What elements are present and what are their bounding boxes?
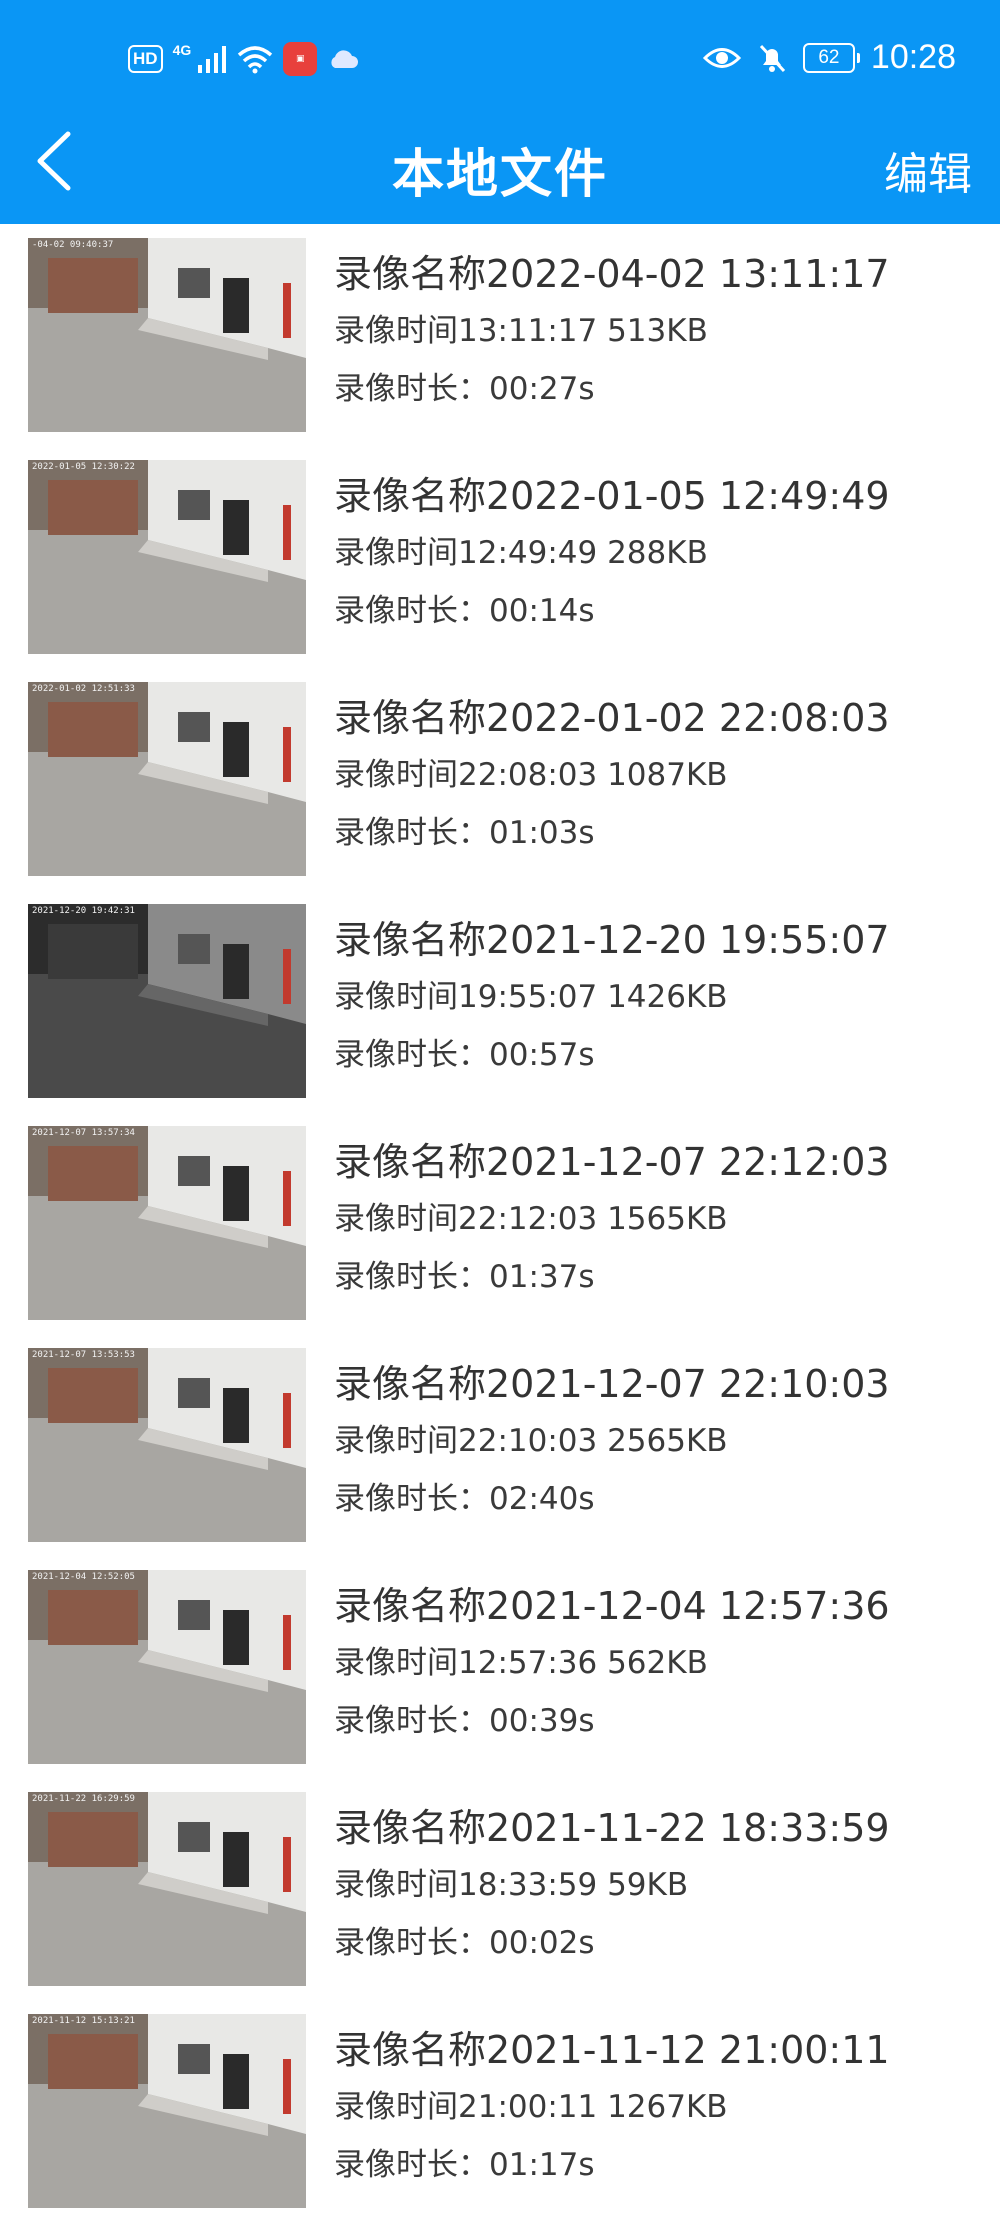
thumbnail-timestamp: 2021-12-07 13:53:53 [32, 1350, 135, 1360]
recording-duration: 录像时长：00:57s [334, 1037, 595, 1073]
recording-info: 录像名称2021-12-07 22:12:03 录像时间22:12:03 1565… [334, 1134, 890, 1306]
recording-duration: 录像时长：00:14s [334, 593, 595, 629]
cloud-icon [331, 50, 359, 68]
recording-info: 录像名称2021-11-22 18:33:59 录像时间18:33:59 59KB… [334, 1800, 890, 1972]
recording-info: 录像名称2021-11-12 21:00:11 录像时间21:00:11 1267… [334, 2022, 890, 2194]
recording-info: 录像名称2021-12-20 19:55:07 录像时间19:55:07 1426… [334, 912, 890, 1084]
recording-time-size: 录像时间13:11:17 513KB [334, 313, 708, 349]
video-thumbnail[interactable]: 2021-12-04 12:52:05 [28, 1570, 306, 1764]
recording-name: 录像名称2021-11-22 18:33:59 [334, 1806, 890, 1850]
recording-item[interactable]: 2021-11-12 15:13:21 录像名称2021-11-12 21:00:… [0, 2000, 1000, 2222]
recording-time-size: 录像时间18:33:59 59KB [334, 1867, 689, 1903]
recording-duration: 录像时长：00:02s [334, 1925, 595, 1961]
battery-indicator: 62 [802, 42, 860, 73]
thumbnail-timestamp: 2021-11-22 16:29:59 [32, 1794, 135, 1804]
recording-name: 录像名称2021-12-07 22:10:03 [334, 1362, 890, 1406]
hd-badge: HD [128, 45, 163, 73]
app-notification-icon: ▣ [283, 42, 318, 76]
recording-name: 录像名称2021-12-20 19:55:07 [334, 918, 890, 962]
recording-item[interactable]: 2021-11-22 16:29:59 录像名称2021-11-22 18:33:… [0, 1778, 1000, 2000]
recording-list: -04-02 09:40:37 录像名称2022-04-02 13:11:17 录像… [0, 224, 1000, 2222]
video-thumbnail[interactable]: 2021-11-22 16:29:59 [28, 1792, 306, 1986]
eye-icon [702, 47, 741, 68]
video-thumbnail[interactable]: 2022-01-05 12:30:22 [28, 460, 306, 654]
page-title: 本地文件 [391, 145, 608, 205]
video-thumbnail[interactable]: 2021-12-20 19:42:31 [28, 904, 306, 1098]
video-thumbnail[interactable]: 2021-12-07 13:57:34 [28, 1126, 306, 1320]
recording-time-size: 录像时间12:49:49 288KB [334, 535, 708, 571]
thumbnail-timestamp: -04-02 09:40:37 [32, 240, 114, 250]
recording-name: 录像名称2022-01-05 12:49:49 [334, 474, 890, 518]
recording-time-size: 录像时间12:57:36 562KB [334, 1645, 708, 1681]
recording-info: 录像名称2022-01-02 22:08:03 录像时间22:08:03 1087… [334, 690, 890, 862]
status-bar: HD 4G ▣ 62 10:28 [0, 0, 1000, 120]
recording-duration: 录像时长：00:39s [334, 1703, 595, 1739]
recording-time-size: 录像时间22:08:03 1087KB [334, 757, 728, 793]
status-time: 10:28 [870, 38, 956, 76]
recording-name: 录像名称2021-12-04 12:57:36 [334, 1584, 890, 1628]
recording-item[interactable]: 2021-12-04 12:52:05 录像名称2021-12-04 12:57:… [0, 1556, 1000, 1778]
video-thumbnail[interactable]: -04-02 09:40:37 [28, 238, 306, 432]
recording-item[interactable]: 2022-01-05 12:30:22 录像名称2022-01-05 12:49:… [0, 446, 1000, 668]
recording-info: 录像名称2022-01-05 12:49:49 录像时间12:49:49 288K… [334, 468, 890, 640]
video-thumbnail[interactable]: 2021-11-12 15:13:21 [28, 2014, 306, 2208]
recording-time-size: 录像时间22:10:03 2565KB [334, 1423, 728, 1459]
thumbnail-timestamp: 2022-01-05 12:30:22 [32, 462, 135, 472]
recording-item[interactable]: 2022-01-02 12:51:33 录像名称2022-01-02 22:08:… [0, 668, 1000, 890]
recording-item[interactable]: 2021-12-07 13:57:34 录像名称2021-12-07 22:12:… [0, 1112, 1000, 1334]
recording-item[interactable]: 2021-12-20 19:42:31 录像名称2021-12-20 19:55:… [0, 890, 1000, 1112]
recording-item[interactable]: 2021-12-07 13:53:53 录像名称2021-12-07 22:10:… [0, 1334, 1000, 1556]
thumbnail-timestamp: 2021-12-04 12:52:05 [32, 1572, 135, 1582]
recording-name: 录像名称2022-01-02 22:08:03 [334, 696, 890, 740]
mute-bell-icon [759, 44, 786, 72]
recording-time-size: 录像时间19:55:07 1426KB [334, 979, 728, 1015]
thumbnail-timestamp: 2021-12-07 13:57:34 [32, 1128, 135, 1138]
recording-item[interactable]: -04-02 09:40:37 录像名称2022-04-02 13:11:17 录像… [0, 224, 1000, 446]
recording-name: 录像名称2021-12-07 22:12:03 [334, 1140, 890, 1184]
recording-duration: 录像时长：01:37s [334, 1259, 595, 1295]
wifi-icon [238, 46, 273, 74]
recording-info: 录像名称2021-12-04 12:57:36 录像时间12:57:36 562K… [334, 1578, 890, 1750]
recording-duration: 录像时长：02:40s [334, 1481, 595, 1517]
app-header: HD 4G ▣ 62 10:28 本地文件 编辑 [0, 0, 1000, 224]
recording-duration: 录像时长：01:17s [334, 2147, 595, 2183]
thumbnail-timestamp: 2022-01-02 12:51:33 [32, 684, 135, 694]
edit-button[interactable]: 编辑 [884, 138, 972, 202]
recording-time-size: 录像时间21:00:11 1267KB [334, 2089, 728, 2125]
recording-info: 录像名称2022-04-02 13:11:17 录像时间13:11:17 513K… [334, 246, 890, 418]
network-type: 4G [172, 42, 192, 58]
recording-info: 录像名称2021-12-07 22:10:03 录像时间22:10:03 2565… [334, 1356, 890, 1528]
recording-name: 录像名称2021-11-12 21:00:11 [334, 2028, 890, 2072]
video-thumbnail[interactable]: 2022-01-02 12:51:33 [28, 682, 306, 876]
video-thumbnail[interactable]: 2021-12-07 13:53:53 [28, 1348, 306, 1542]
recording-name: 录像名称2022-04-02 13:11:17 [334, 252, 890, 296]
thumbnail-timestamp: 2021-11-12 15:13:21 [32, 2016, 135, 2026]
signal-icon [198, 46, 227, 73]
recording-duration: 录像时长：00:27s [334, 371, 595, 407]
status-bar-left: HD 4G ▣ [128, 42, 359, 76]
recording-duration: 录像时长：01:03s [334, 815, 595, 851]
thumbnail-timestamp: 2021-12-20 19:42:31 [32, 906, 135, 916]
status-bar-right: 62 10:28 [702, 38, 956, 77]
recording-time-size: 录像时间22:12:03 1565KB [334, 1201, 728, 1237]
